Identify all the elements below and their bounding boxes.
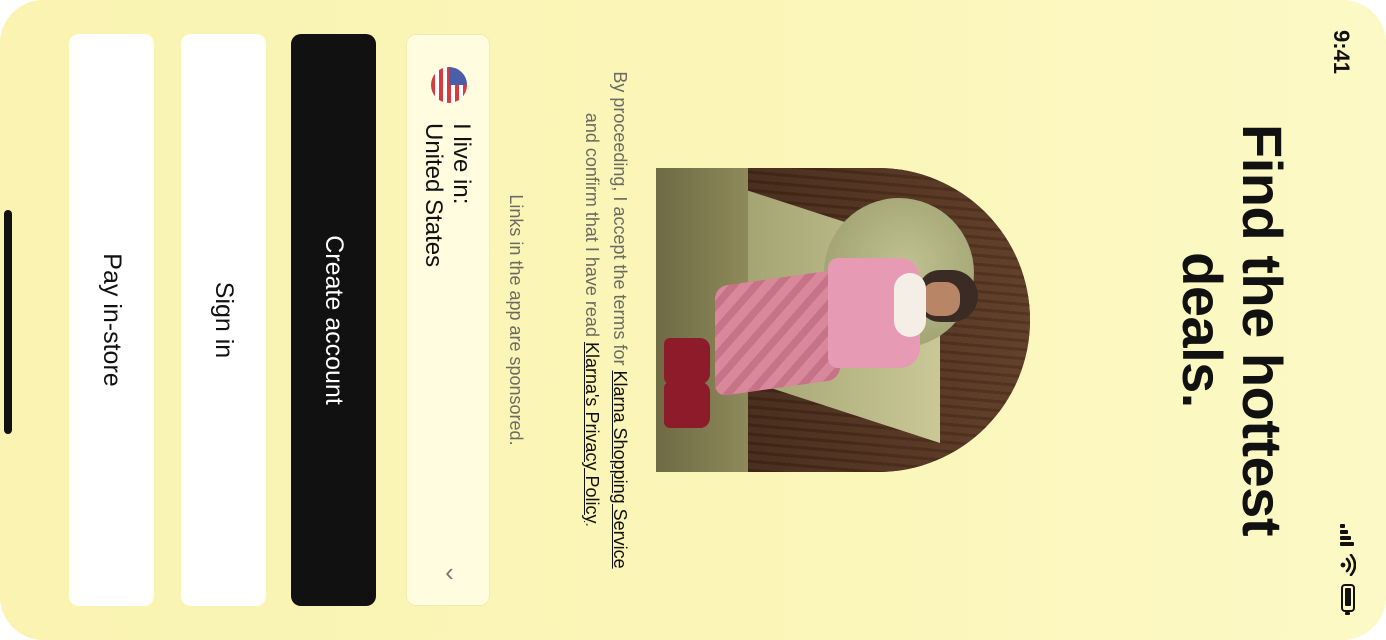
status-icons — [1340, 524, 1356, 612]
hero-image — [656, 168, 1030, 472]
create-account-button[interactable]: Create account — [291, 34, 376, 606]
pay-in-store-button[interactable]: Pay in-store — [69, 34, 154, 606]
status-time: 9:41 — [1329, 30, 1354, 75]
chevron-down-icon: ‹ — [445, 557, 454, 588]
legal-prefix: By proceeding, I accept the terms for — [610, 71, 630, 371]
phone-screen: 9:41 Find the hottest deals. By proceedi… — [0, 0, 1386, 640]
privacy-policy-link[interactable]: Klarna's Privacy Policy — [582, 342, 602, 522]
us-flag-icon — [431, 67, 467, 103]
legal-suffix: . — [582, 522, 602, 528]
legal-text: By proceeding, I accept the terms for Kl… — [578, 68, 634, 572]
shopping-service-link[interactable]: Klarna Shopping Service — [610, 371, 630, 569]
home-indicator — [4, 210, 12, 434]
sponsored-note: Links in the app are sponsored. — [506, 194, 526, 446]
country-selector[interactable]: I live in: United States ‹ — [406, 34, 490, 606]
sign-in-button[interactable]: Sign in — [181, 34, 266, 606]
page-title: Find the hottest deals. — [1171, 124, 1294, 536]
battery-icon — [1341, 584, 1355, 612]
country-value: United States — [420, 123, 447, 268]
legal-middle: and confirm that I have read — [582, 112, 602, 342]
wifi-icon — [1340, 554, 1356, 576]
country-label: I live in: — [448, 123, 475, 205]
signal-icon — [1340, 524, 1356, 546]
device-frame: 9:41 Find the hottest deals. By proceedi… — [0, 0, 1386, 640]
